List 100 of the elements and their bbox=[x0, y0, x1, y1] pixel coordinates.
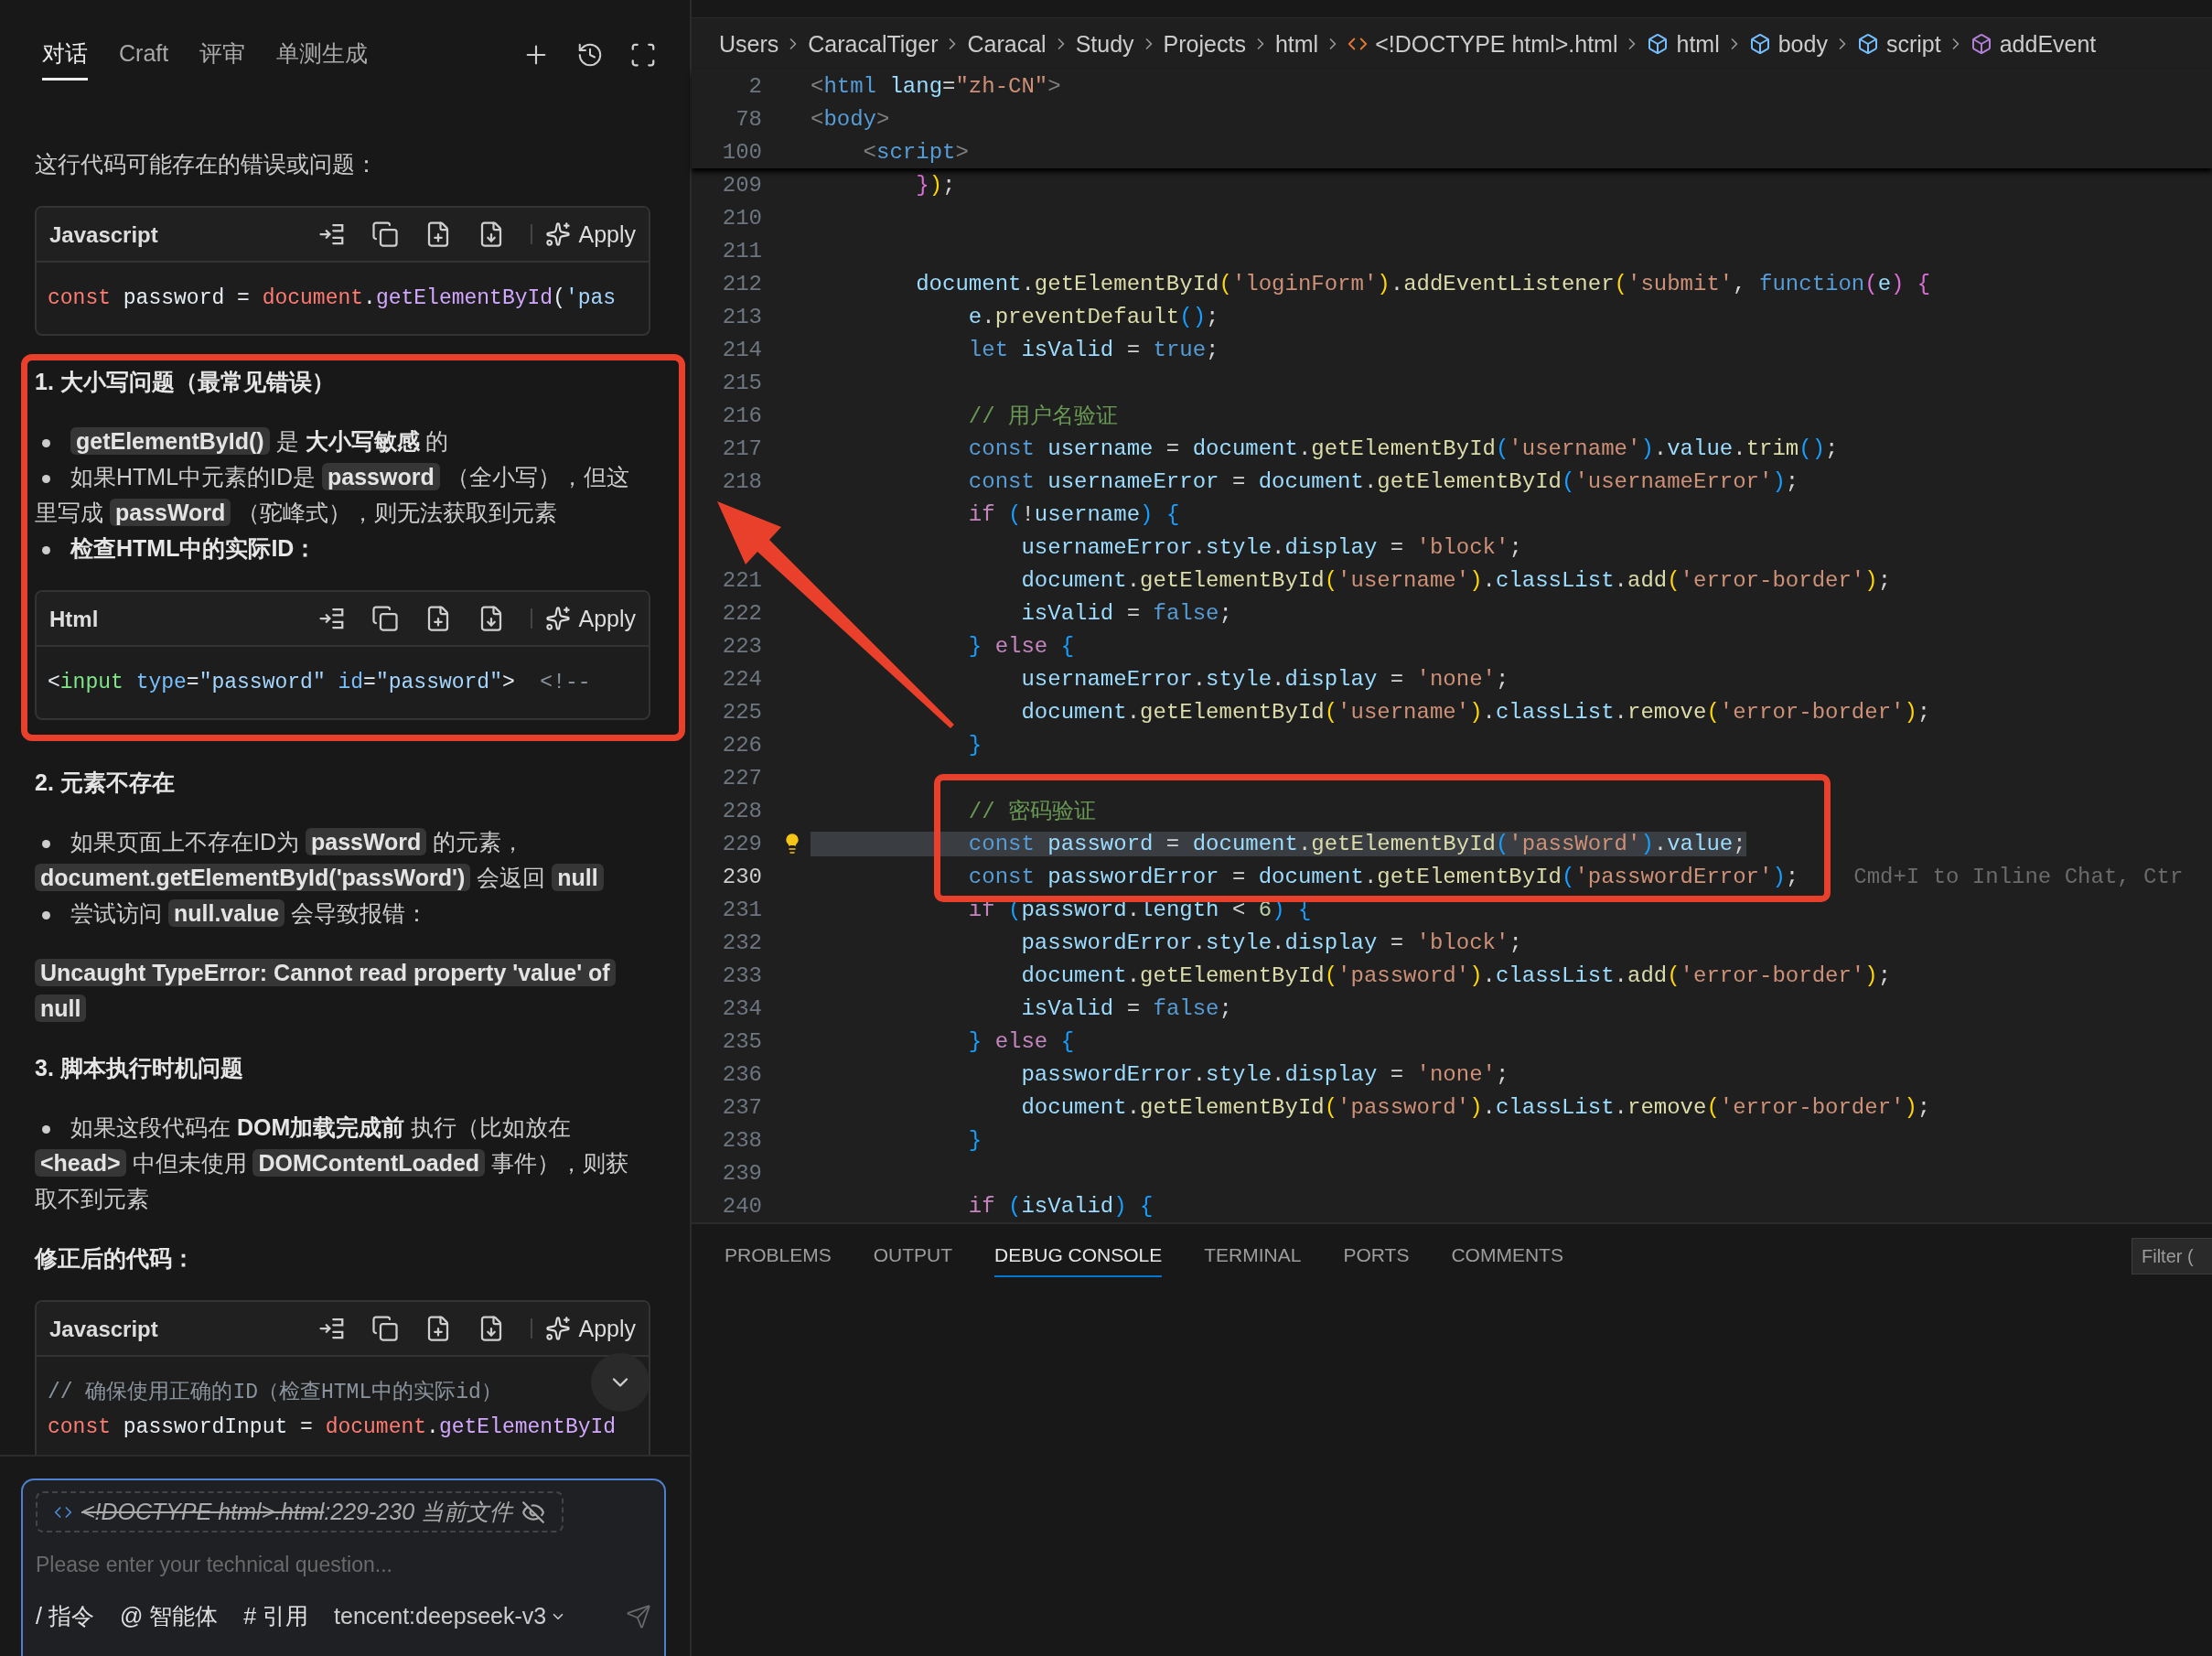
breadcrumb-item[interactable]: Study bbox=[1075, 30, 1134, 58]
code-line: document.getElementById('loginForm').addEventListener('submit', function(e) { bbox=[915, 271, 1931, 296]
code-line: } bbox=[967, 732, 983, 758]
line-number: 223 bbox=[721, 633, 762, 659]
filter-field[interactable]: Filter ( bbox=[2131, 1238, 2212, 1274]
code-line: } else { bbox=[967, 1028, 1075, 1054]
code-line: isValid = false; bbox=[1020, 995, 1232, 1021]
context-chip[interactable]: <!DOCTYPE html>.html:229-230 当前文件 bbox=[36, 1491, 564, 1532]
line-number: 232 bbox=[721, 930, 762, 955]
breadcrumb-item[interactable]: Users bbox=[719, 30, 779, 58]
section-heading: 1. 大小写问题（最常见错误） bbox=[35, 368, 336, 396]
inline-chat-hint: Cmd+I to Inline Chat, Ctr bbox=[1853, 864, 2184, 889]
apply-button[interactable]: Apply bbox=[545, 216, 636, 253]
line-number: 225 bbox=[721, 699, 762, 725]
line-number: 234 bbox=[721, 995, 762, 1021]
code-line: } bbox=[967, 1127, 983, 1153]
line-number: 239 bbox=[721, 1160, 762, 1186]
apply-button[interactable]: Apply bbox=[545, 1310, 636, 1347]
panel-tab[interactable]: OUTPUT bbox=[873, 1235, 953, 1277]
code-language: Javascript bbox=[49, 1315, 158, 1343]
input-field[interactable]: Please enter your technical question... bbox=[36, 1549, 651, 1581]
code-line: const usernameError = document.getElementById('usernameError'); bbox=[967, 468, 1799, 494]
bullet-item: 检查HTML中的实际ID： bbox=[35, 531, 650, 566]
breadcrumb-item[interactable]: html bbox=[1274, 30, 1319, 58]
line-number: 213 bbox=[721, 304, 762, 329]
line-number: 235 bbox=[721, 1028, 762, 1054]
code-line: <script> bbox=[862, 139, 969, 165]
breadcrumb-item[interactable]: script bbox=[1885, 30, 1941, 58]
panel-tab[interactable]: TERMINAL bbox=[1204, 1235, 1302, 1277]
line-number: 222 bbox=[721, 600, 762, 626]
breadcrumb-item[interactable]: Caracal bbox=[967, 30, 1047, 58]
code-line: passwordError.style.display = 'none'; bbox=[1020, 1061, 1509, 1087]
chat-tab[interactable]: Craft bbox=[119, 31, 169, 79]
code-line: isValid = false; bbox=[1020, 600, 1232, 626]
code-line: document.getElementById('username').classList.remove('error-border'); bbox=[1020, 699, 1931, 725]
code-line: const passwordInput = document.getElementById bbox=[48, 1414, 617, 1441]
code-line: // 密码验证 bbox=[967, 799, 1097, 825]
code-line: <input type="password" id="password"> <!-- bbox=[48, 670, 591, 696]
line-number: 217 bbox=[721, 436, 762, 461]
context-label: <!DOCTYPE html>.html:229-230 当前文件 bbox=[81, 1498, 512, 1526]
code-line: e.preventDefault(); bbox=[967, 304, 1219, 329]
line-number: 231 bbox=[721, 897, 762, 922]
code-line: // 用户名验证 bbox=[967, 403, 1119, 430]
line-number: 215 bbox=[721, 370, 762, 395]
line-number: 2 bbox=[747, 73, 762, 99]
code-line: <body> bbox=[811, 106, 890, 132]
panel-tab[interactable]: COMMENTS bbox=[1451, 1235, 1563, 1277]
section-heading: 2. 元素不存在 bbox=[35, 769, 176, 797]
line-number: 226 bbox=[721, 732, 762, 758]
panel-tab[interactable]: PROBLEMS bbox=[725, 1235, 832, 1277]
code-line: usernameError.style.display = 'block'; bbox=[1020, 534, 1522, 560]
paragraph: 这行代码可能存在的错误或问题： bbox=[35, 150, 379, 178]
breadcrumb-item[interactable]: addEvent bbox=[1999, 30, 2097, 58]
apply-button[interactable]: Apply bbox=[545, 600, 636, 637]
command-button[interactable]: / 指令 bbox=[36, 1601, 94, 1631]
line-number: 211 bbox=[721, 238, 762, 263]
bullet-item: 如果HTML中元素的ID是 password （全小写），但这里写成 passWord （驼峰式），则无法获取到元素 bbox=[35, 462, 630, 528]
code-line: }); bbox=[915, 172, 956, 198]
line-number: 216 bbox=[721, 403, 762, 428]
code-line: document.getElementById('username').classList.add('error-border'); bbox=[1020, 567, 1892, 593]
section-heading: 3. 脚本执行时机问题 bbox=[35, 1054, 244, 1082]
panel-tab[interactable]: DEBUG CONSOLE bbox=[994, 1235, 1163, 1277]
line-number: 210 bbox=[721, 205, 762, 231]
code-line: document.getElementById('password').classList.add('error-border'); bbox=[1020, 962, 1892, 988]
line-number: 229 bbox=[721, 831, 762, 856]
breadcrumb-item[interactable]: <!DOCTYPE html>.html bbox=[1375, 30, 1618, 58]
line-number: 237 bbox=[721, 1094, 762, 1120]
line-number: 78 bbox=[735, 106, 762, 132]
code-language: Html bbox=[49, 605, 99, 633]
bullet-item: getElementById() 是 大小写敏感 的 bbox=[35, 424, 650, 459]
line-number: 214 bbox=[721, 337, 762, 362]
code-line: const password = document.getElementById('pas bbox=[48, 285, 617, 312]
line-number: 233 bbox=[721, 962, 762, 988]
line-number: 218 bbox=[721, 468, 762, 494]
line-number: 227 bbox=[721, 765, 762, 790]
code-line: usernameError.style.display = 'none'; bbox=[1020, 666, 1509, 692]
chat-tab[interactable]: 对话 bbox=[42, 29, 88, 81]
code-line: let isValid = true; bbox=[967, 337, 1219, 362]
chat-tab[interactable]: 评审 bbox=[199, 29, 246, 81]
command-button[interactable]: @ 智能体 bbox=[119, 1601, 219, 1631]
code-line: document.getElementById('password').classList.remove('error-border'); bbox=[1020, 1094, 1931, 1120]
section-heading: 修正后的代码： bbox=[35, 1244, 196, 1273]
breadcrumb-item[interactable]: html bbox=[1676, 30, 1720, 58]
line-number: 221 bbox=[721, 567, 762, 593]
chat-tab[interactable]: 单测生成 bbox=[276, 29, 369, 81]
bullet-item: 如果这段代码在 DOM加载完成前 执行（比如放在 <head> 中但未使用 DOMContentLoaded 事件），则获取不到元素 bbox=[35, 1113, 630, 1213]
model-picker[interactable]: tencent:deepseek-v3 bbox=[334, 1603, 567, 1629]
breadcrumb-item[interactable]: CaracalTiger bbox=[808, 30, 939, 58]
line-number: 209 bbox=[721, 172, 762, 198]
line-number: 228 bbox=[721, 798, 762, 823]
code-line: if (!username) { bbox=[967, 501, 1180, 527]
code-language: Javascript bbox=[49, 220, 158, 249]
code-line: // 确保使用正确的ID（检查HTML中的实际id） bbox=[48, 1379, 502, 1406]
panel-tab[interactable]: PORTS bbox=[1343, 1235, 1410, 1277]
breadcrumb-item[interactable]: body bbox=[1777, 30, 1828, 58]
line-number: 230 bbox=[721, 864, 762, 889]
breadcrumb-item[interactable]: Projects bbox=[1163, 30, 1246, 58]
code-line: const passwordError = document.getElementById('passwordError'); bbox=[967, 864, 1799, 889]
line-number: 212 bbox=[721, 271, 762, 296]
command-button[interactable]: # 引用 bbox=[243, 1601, 309, 1631]
